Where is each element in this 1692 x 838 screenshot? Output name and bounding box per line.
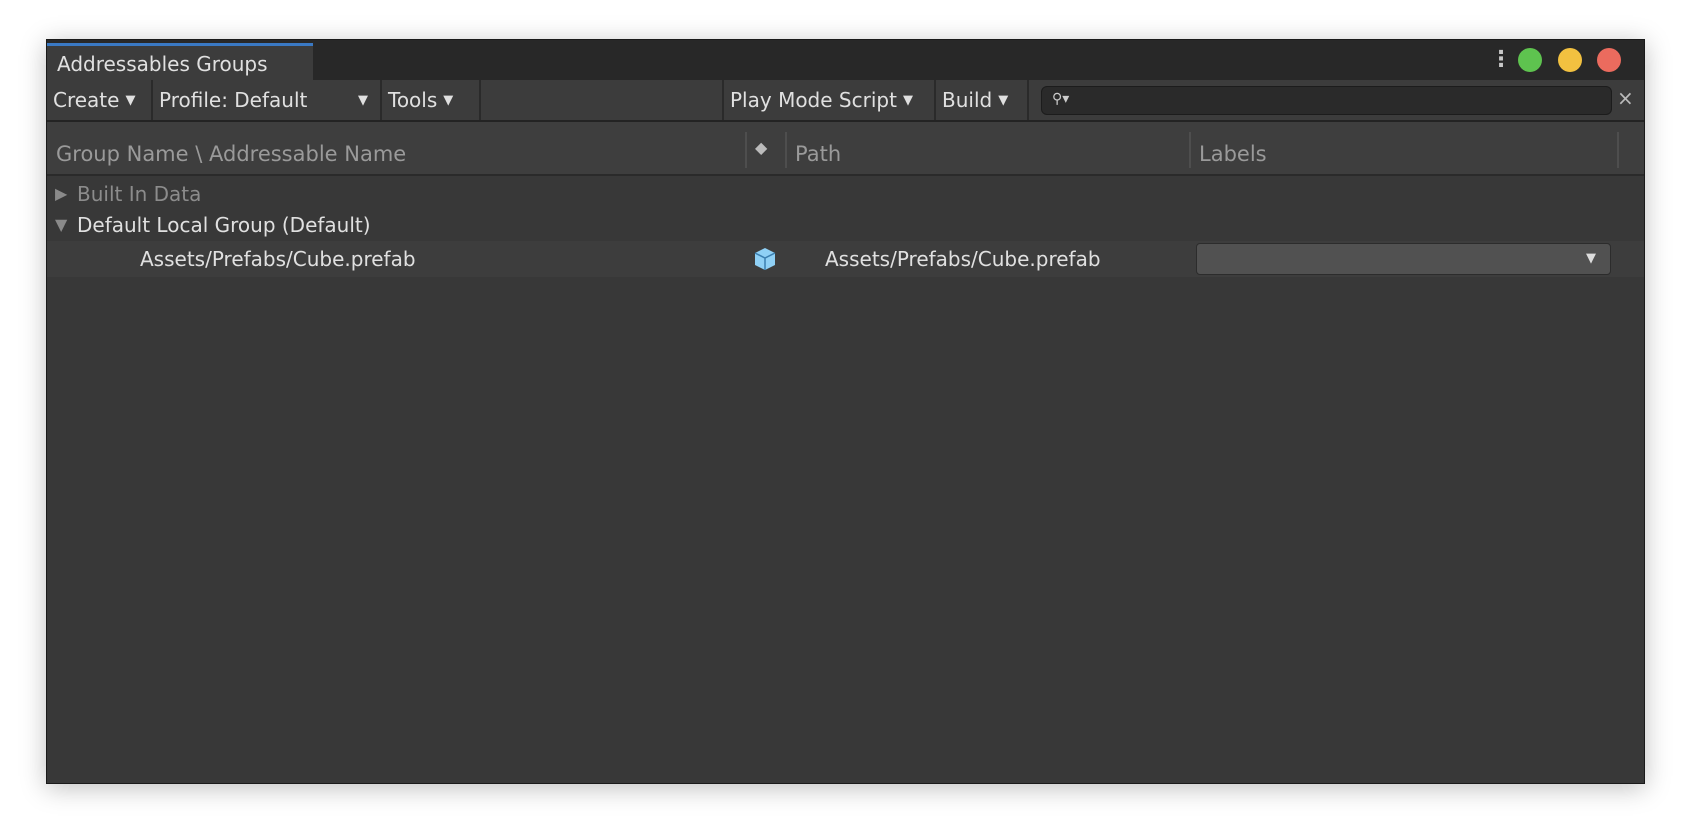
- group-row-default-local-group[interactable]: ▼ Default Local Group (Default): [47, 209, 1644, 241]
- more-options-icon[interactable]: ⋮: [1490, 47, 1512, 72]
- tab-bar: Addressables Groups ⋮: [47, 40, 1644, 80]
- chevron-down-icon: ▼: [358, 93, 368, 108]
- play-mode-script-label: Play Mode Script: [730, 88, 897, 112]
- group-name: Built In Data: [77, 182, 202, 206]
- entry-name: Assets/Prefabs/Cube.prefab: [140, 247, 416, 271]
- labels-dropdown[interactable]: ▼: [1196, 243, 1611, 275]
- column-divider[interactable]: [745, 132, 747, 168]
- prefab-cube-icon: [754, 248, 776, 270]
- chevron-down-icon: ▼: [443, 93, 454, 108]
- profile-label: Profile: Default: [159, 88, 308, 112]
- build-label: Build: [942, 88, 993, 112]
- tools-label: Tools: [388, 88, 438, 112]
- column-header: Group Name \ Addressable Name ◆ Path Lab…: [47, 122, 1644, 176]
- create-label: Create: [53, 88, 120, 112]
- column-divider[interactable]: [1617, 132, 1619, 168]
- search-input[interactable]: ⚲▾: [1041, 86, 1612, 115]
- group-name: Default Local Group (Default): [77, 213, 371, 237]
- header-path[interactable]: Path: [795, 142, 841, 166]
- clear-search-button[interactable]: ×: [1617, 86, 1634, 110]
- entry-row[interactable]: Assets/Prefabs/Cube.prefab Assets/Prefab…: [47, 241, 1644, 277]
- play-mode-script-dropdown[interactable]: Play Mode Script ▼: [722, 80, 936, 120]
- close-button[interactable]: [1597, 48, 1621, 72]
- column-divider[interactable]: [785, 132, 787, 168]
- addressables-groups-window: Addressables Groups ⋮ Create ▼ Profile: D…: [46, 39, 1645, 784]
- create-dropdown[interactable]: Create ▼: [47, 80, 153, 120]
- search-icon: ⚲▾: [1052, 91, 1070, 107]
- minimize-button[interactable]: [1558, 48, 1582, 72]
- chevron-down-icon: ▼: [1586, 251, 1596, 266]
- chevron-down-icon: ▼: [902, 93, 913, 108]
- group-row-built-in-data[interactable]: ▶ Built In Data: [47, 178, 1644, 210]
- column-divider[interactable]: [1189, 132, 1191, 168]
- chevron-down-icon: ▼: [998, 93, 1009, 108]
- header-labels[interactable]: Labels: [1199, 142, 1267, 166]
- expand-arrow-icon[interactable]: ▶: [55, 184, 67, 203]
- asset-type-icon: ◆: [755, 138, 768, 157]
- profile-dropdown[interactable]: Profile: Default ▼: [153, 80, 382, 120]
- toolbar: Create ▼ Profile: Default ▼ Tools ▼ Play Mo…: [47, 80, 1644, 122]
- collapse-arrow-icon[interactable]: ▼: [55, 215, 67, 234]
- entry-path: Assets/Prefabs/Cube.prefab: [825, 247, 1101, 271]
- tab-addressables-groups[interactable]: Addressables Groups: [47, 43, 313, 80]
- build-dropdown[interactable]: Build ▼: [936, 80, 1029, 120]
- header-group-name[interactable]: Group Name \ Addressable Name: [56, 142, 406, 166]
- chevron-down-icon: ▼: [125, 93, 136, 108]
- maximize-button[interactable]: [1518, 48, 1542, 72]
- tools-dropdown[interactable]: Tools ▼: [382, 80, 481, 120]
